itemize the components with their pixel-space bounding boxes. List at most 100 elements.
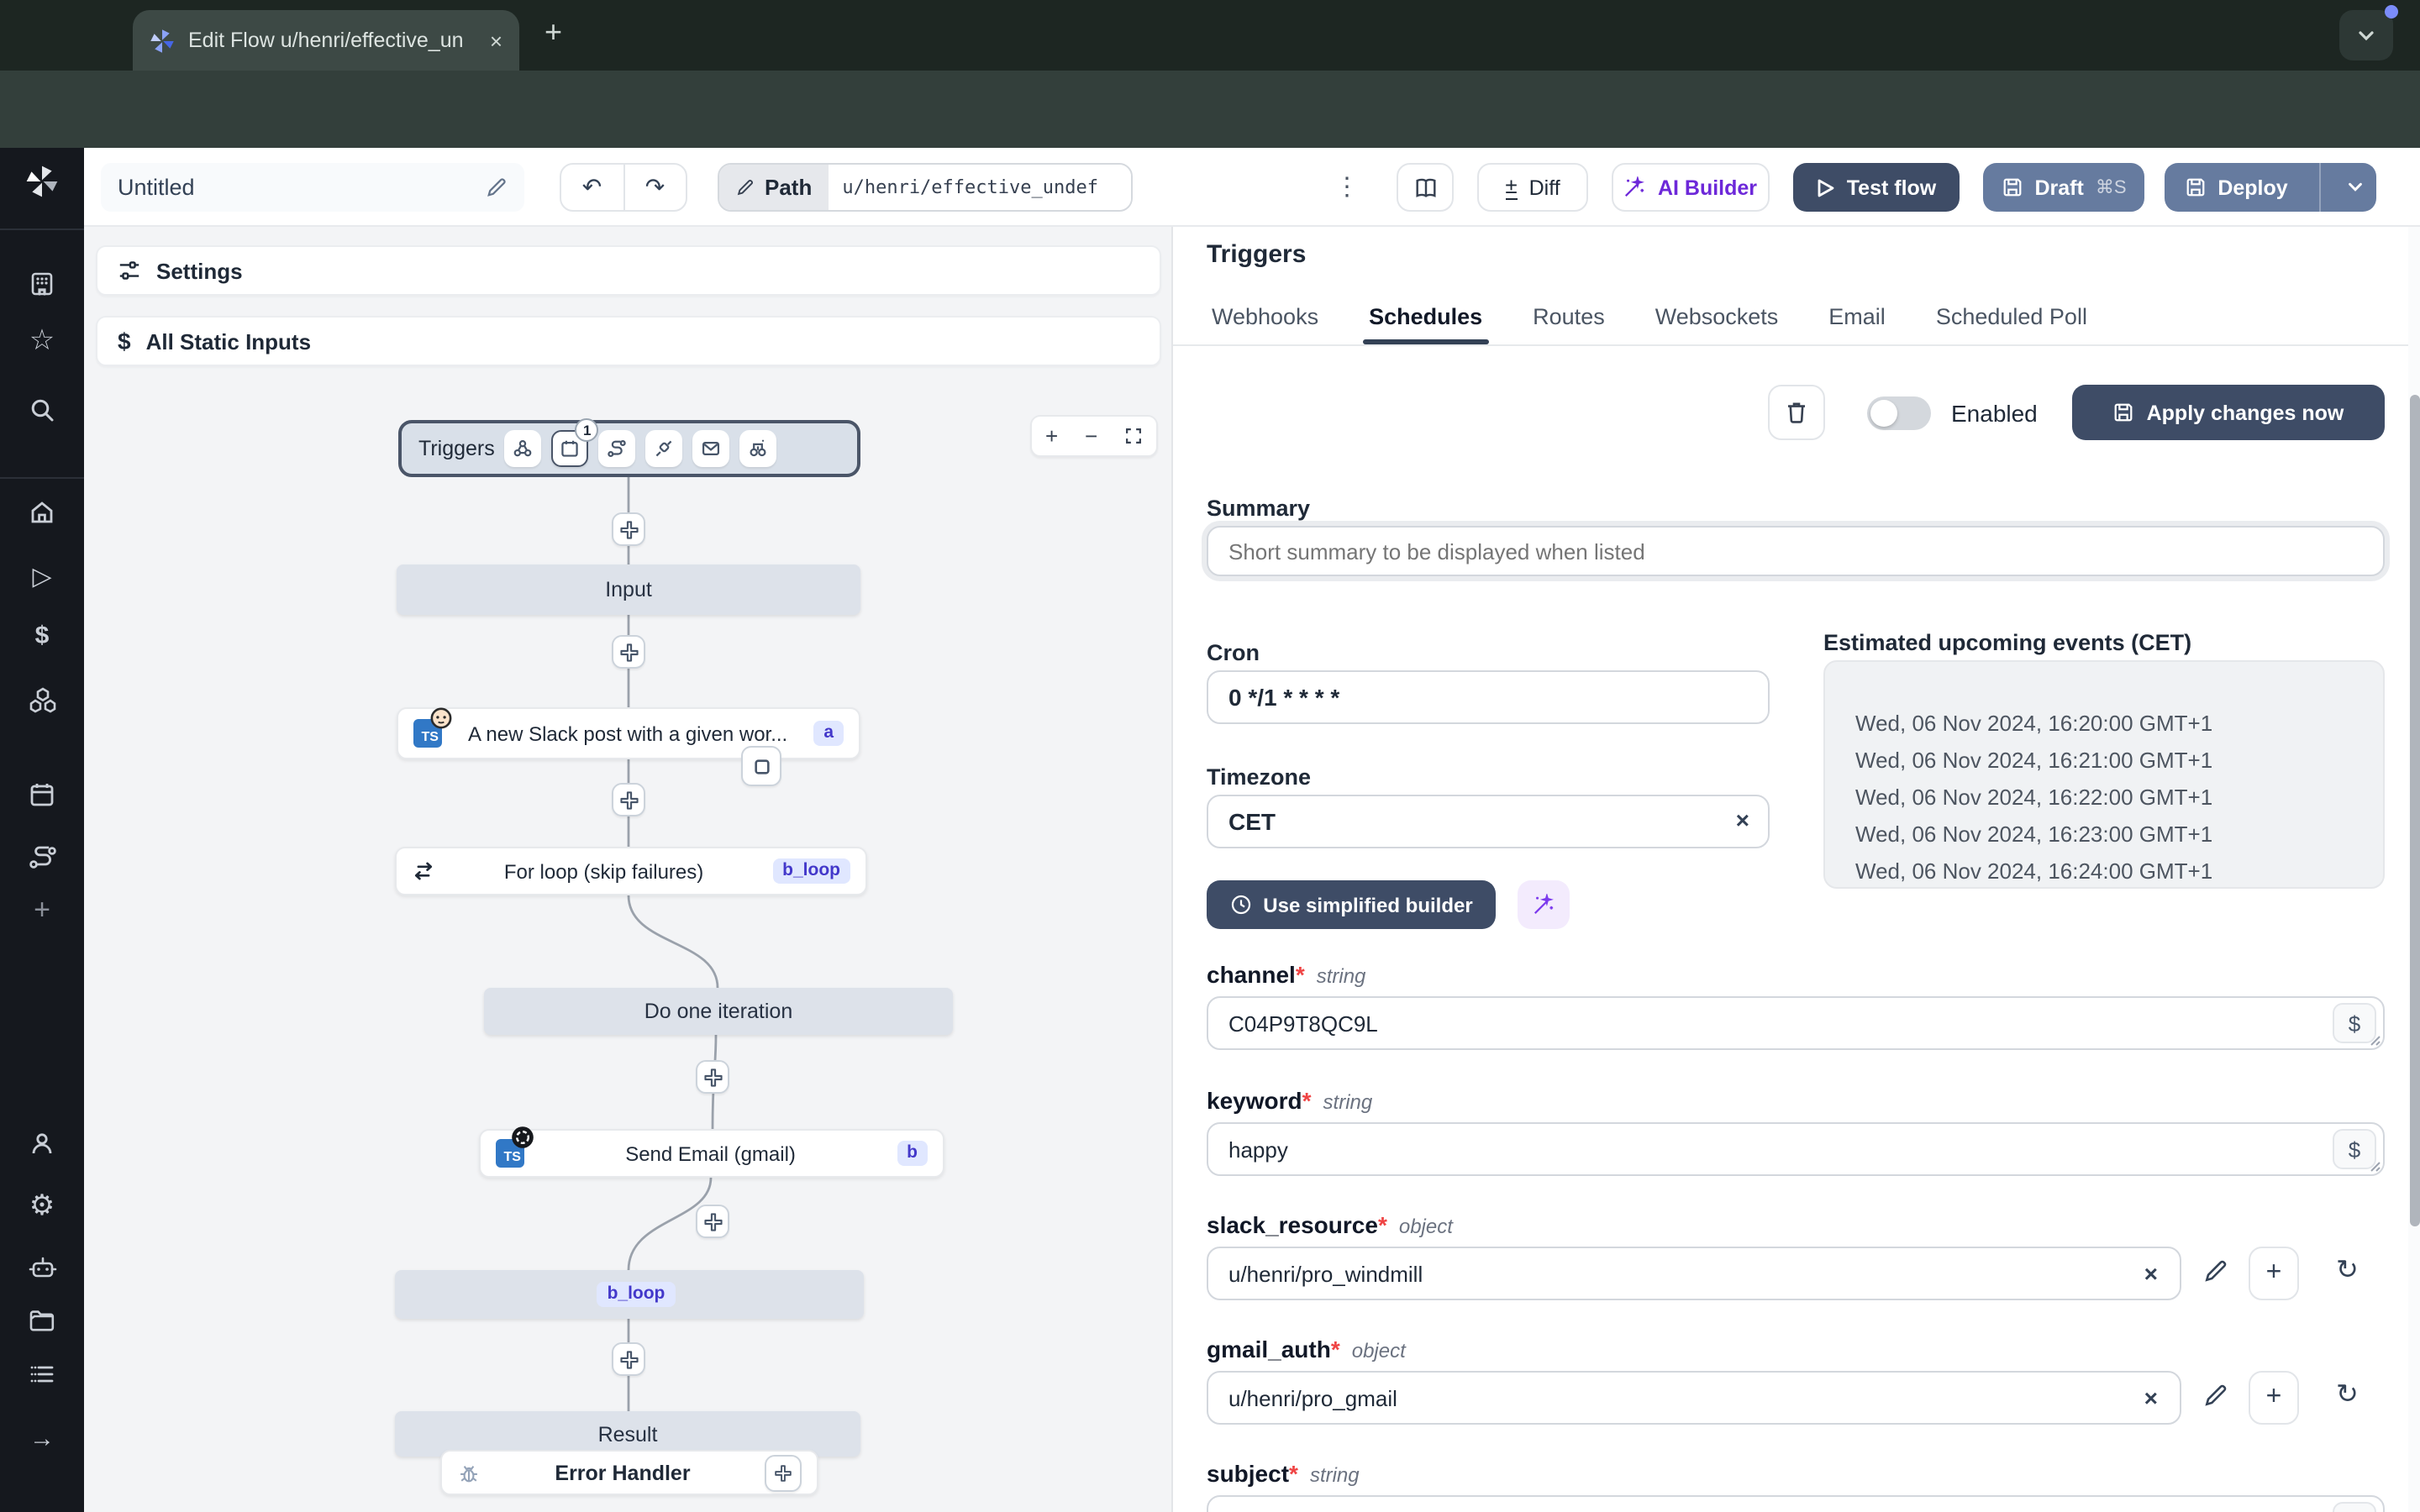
- zoom-in-button[interactable]: +: [1045, 423, 1058, 449]
- sidebar-item-settings[interactable]: ⚙: [0, 1191, 84, 1220]
- sidebar-item-add[interactable]: +: [0, 895, 84, 924]
- windmill-logo-icon[interactable]: [0, 165, 84, 198]
- browser-tab[interactable]: Edit Flow u/henri/effective_un ×: [133, 10, 519, 71]
- add-step-button[interactable]: [612, 635, 645, 669]
- schedule-trigger-icon[interactable]: 1: [551, 418, 599, 467]
- cron-input[interactable]: [1207, 670, 1770, 724]
- resize-handle[interactable]: [2370, 1161, 2381, 1173]
- tab-close-icon[interactable]: ×: [490, 29, 502, 51]
- sidebar-item-user[interactable]: [0, 1131, 84, 1158]
- subject-input[interactable]: [1207, 1495, 2385, 1512]
- error-handler-node[interactable]: Error Handler: [440, 1450, 818, 1495]
- add-step-button[interactable]: [612, 1342, 645, 1376]
- tab-routes[interactable]: Routes: [1533, 304, 1605, 344]
- zoom-out-button[interactable]: −: [1085, 423, 1097, 449]
- clear-resource-icon[interactable]: ×: [2144, 1384, 2158, 1411]
- send-email-node[interactable]: TS Send Email (gmail) b: [479, 1126, 944, 1178]
- stop-after-node-button[interactable]: [741, 746, 781, 786]
- tab-search-chevron-button[interactable]: [2339, 10, 2393, 60]
- tab-email[interactable]: Email: [1828, 304, 1886, 344]
- webhook-trigger-icon[interactable]: [504, 430, 542, 467]
- scrollbar-thumb[interactable]: [2409, 395, 2419, 1226]
- simplified-builder-button[interactable]: Use simplified builder: [1207, 880, 1496, 929]
- tab-websockets[interactable]: Websockets: [1655, 304, 1779, 344]
- refresh-resource-button[interactable]: ↻: [2336, 1378, 2359, 1411]
- slack-resource-input[interactable]: [1207, 1247, 2181, 1300]
- sidebar-item-resources[interactable]: [0, 685, 84, 714]
- path-input[interactable]: [829, 165, 1132, 210]
- ai-cron-button[interactable]: [1518, 880, 1570, 929]
- add-step-button[interactable]: [612, 783, 645, 816]
- sidebar-item-ai[interactable]: [0, 1253, 84, 1282]
- slack-step-node[interactable]: TS A new Slack post with a given wor... …: [397, 707, 860, 759]
- edit-name-pencil-icon[interactable]: [486, 176, 508, 198]
- keyword-input[interactable]: [1207, 1122, 2385, 1176]
- edit-resource-button[interactable]: [2203, 1383, 2228, 1408]
- sidebar-item-schedules[interactable]: [0, 781, 84, 808]
- delete-schedule-button[interactable]: [1768, 385, 1825, 440]
- gmail-auth-input[interactable]: [1207, 1371, 2181, 1425]
- edit-resource-button[interactable]: [2203, 1258, 2228, 1284]
- diff-button[interactable]: ± Diff: [1477, 163, 1588, 212]
- sidebar-item-logs[interactable]: [0, 1361, 84, 1388]
- add-error-handler-button[interactable]: [765, 1454, 802, 1491]
- more-options-kebab-icon[interactable]: ⋮: [1334, 171, 1360, 202]
- do-one-iteration-node[interactable]: Do one iteration: [484, 988, 953, 1035]
- fit-view-icon[interactable]: [1124, 427, 1143, 445]
- sidebar-item-runs[interactable]: ▷: [0, 564, 84, 590]
- enabled-toggle[interactable]: [1867, 396, 1931, 430]
- sidebar-collapse-icon[interactable]: →: [0, 1426, 84, 1452]
- sidebar-item-workspace[interactable]: [0, 270, 84, 297]
- trigger-tabs: Webhooks Schedules Routes Websockets Ema…: [1173, 291, 2420, 346]
- refresh-resource-button[interactable]: ↻: [2336, 1253, 2359, 1287]
- add-step-button[interactable]: [612, 512, 645, 546]
- email-trigger-icon[interactable]: [692, 430, 730, 467]
- deploy-button[interactable]: Deploy: [2165, 163, 2376, 212]
- flow-name-box[interactable]: Untitled: [101, 163, 524, 212]
- route-trigger-icon[interactable]: [598, 430, 636, 467]
- collect-result-node[interactable]: b_loop: [395, 1270, 864, 1319]
- redo-button[interactable]: ↷: [623, 165, 686, 210]
- field-type: object: [1398, 1215, 1453, 1238]
- tab-webhooks[interactable]: Webhooks: [1212, 304, 1318, 344]
- tab-scheduled-poll[interactable]: Scheduled Poll: [1936, 304, 2087, 344]
- tab-schedules[interactable]: Schedules: [1362, 304, 1489, 344]
- ai-builder-button[interactable]: AI Builder: [1612, 163, 1770, 212]
- add-resource-button[interactable]: +: [2249, 1371, 2299, 1425]
- new-tab-button[interactable]: +: [544, 15, 562, 50]
- input-node[interactable]: Input: [397, 564, 860, 615]
- sidebar-item-folders[interactable]: [0, 1307, 84, 1334]
- panel-scrollbar[interactable]: [2408, 227, 2420, 1512]
- websocket-trigger-icon[interactable]: [645, 430, 683, 467]
- draft-button[interactable]: Draft ⌘S: [1983, 163, 2144, 212]
- clear-resource-icon[interactable]: ×: [2144, 1260, 2158, 1287]
- sidebar-item-home[interactable]: [0, 499, 84, 526]
- channel-input[interactable]: [1207, 996, 2385, 1050]
- add-step-button[interactable]: [696, 1205, 729, 1238]
- apply-changes-button[interactable]: Apply changes now: [2072, 385, 2385, 440]
- sidebar-item-favorites[interactable]: ☆: [0, 326, 84, 354]
- field-name: subject: [1207, 1460, 1290, 1487]
- resize-handle[interactable]: [2370, 1035, 2381, 1047]
- sidebar-item-variables[interactable]: $: [0, 623, 84, 648]
- undo-button[interactable]: ↶: [561, 165, 623, 210]
- add-resource-button[interactable]: +: [2249, 1247, 2299, 1300]
- summary-input[interactable]: [1207, 526, 2385, 576]
- for-loop-node[interactable]: For loop (skip failures) b_loop: [395, 847, 867, 895]
- deploy-dropdown-button[interactable]: [2333, 178, 2376, 197]
- enabled-label: Enabled: [1951, 400, 2038, 427]
- scheduled-poll-trigger-icon[interactable]: [739, 430, 777, 467]
- sidebar-item-routes[interactable]: [0, 843, 84, 872]
- diff-icon: ±: [1505, 173, 1518, 201]
- add-step-button[interactable]: [696, 1060, 729, 1094]
- test-flow-button[interactable]: Test flow: [1793, 163, 1960, 212]
- update-notification-dot: [2385, 5, 2398, 18]
- docs-button[interactable]: [1397, 163, 1454, 212]
- variable-picker-button[interactable]: $: [2333, 1502, 2376, 1512]
- triggers-node[interactable]: Triggers 1: [398, 418, 860, 477]
- sidebar-item-search[interactable]: [0, 396, 84, 423]
- clear-timezone-icon[interactable]: ×: [1736, 806, 1749, 833]
- path-label-segment[interactable]: Path: [719, 165, 829, 210]
- timezone-input[interactable]: [1207, 795, 1770, 848]
- tab-title: Edit Flow u/henri/effective_un: [188, 29, 464, 52]
